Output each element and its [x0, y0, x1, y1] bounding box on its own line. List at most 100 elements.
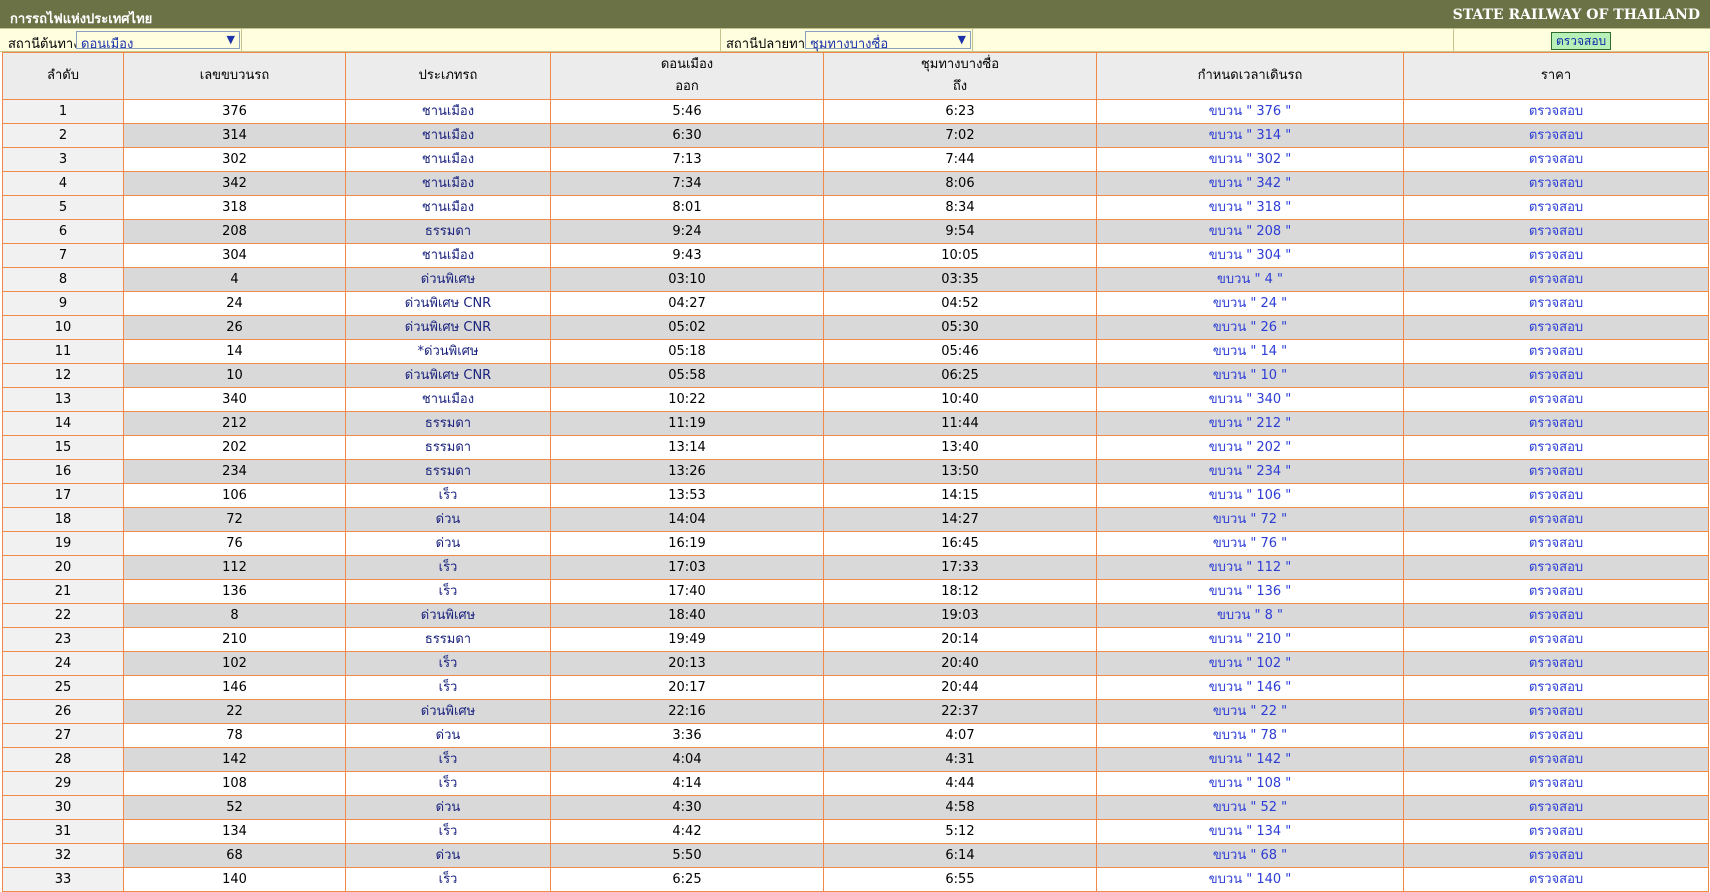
price-check-link[interactable]: ตรวจสอบ — [1403, 363, 1709, 388]
schedule-link[interactable]: ขบวน " 10 " — [1096, 363, 1404, 388]
price-check-link[interactable]: ตรวจสอบ — [1403, 867, 1709, 892]
schedule-link[interactable]: ขบวน " 140 " — [1096, 867, 1404, 892]
price-check-link[interactable]: ตรวจสอบ — [1403, 291, 1709, 316]
schedule-link[interactable]: ขบวน " 342 " — [1096, 171, 1404, 196]
price-check-link[interactable]: ตรวจสอบ — [1403, 195, 1709, 220]
price-check-link[interactable]: ตรวจสอบ — [1403, 555, 1709, 580]
schedule-link[interactable]: ขบวน " 52 " — [1096, 795, 1404, 820]
schedule-link[interactable]: ขบวน " 210 " — [1096, 627, 1404, 652]
price-check-link[interactable]: ตรวจสอบ — [1403, 747, 1709, 772]
cell-arrive-time: 6:23 — [823, 99, 1097, 124]
price-check-link[interactable]: ตรวจสอบ — [1403, 771, 1709, 796]
schedule-link[interactable]: ขบวน " 68 " — [1096, 843, 1404, 868]
price-check-link[interactable]: ตรวจสอบ — [1403, 435, 1709, 460]
cell-train-type: ด่วน — [345, 795, 551, 820]
price-check-link[interactable]: ตรวจสอบ — [1403, 339, 1709, 364]
cell-depart-time: 18:40 — [550, 603, 824, 628]
schedule-link[interactable]: ขบวน " 376 " — [1096, 99, 1404, 124]
schedule-link[interactable]: ขบวน " 340 " — [1096, 387, 1404, 412]
price-check-link[interactable]: ตรวจสอบ — [1403, 819, 1709, 844]
price-check-link[interactable]: ตรวจสอบ — [1403, 843, 1709, 868]
cell-train-type: ชานเมือง — [345, 243, 551, 268]
schedule-link[interactable]: ขบวน " 24 " — [1096, 291, 1404, 316]
schedule-link[interactable]: ขบวน " 318 " — [1096, 195, 1404, 220]
price-check-link[interactable]: ตรวจสอบ — [1403, 675, 1709, 700]
origin-select[interactable]: ดอนเมือง ▼ — [76, 31, 240, 52]
cell-depart-time: 7:34 — [550, 171, 824, 196]
cell-depart-time: 9:24 — [550, 219, 824, 244]
price-check-link[interactable]: ตรวจสอบ — [1403, 651, 1709, 676]
cell-train-type: ธรรมดา — [345, 435, 551, 460]
cell-arrive-time: 6:55 — [823, 867, 1097, 892]
price-check-link[interactable]: ตรวจสอบ — [1403, 219, 1709, 244]
schedule-link[interactable]: ขบวน " 108 " — [1096, 771, 1404, 796]
cell-depart-time: 9:43 — [550, 243, 824, 268]
schedule-link[interactable]: ขบวน " 4 " — [1096, 267, 1404, 292]
price-check-link[interactable]: ตรวจสอบ — [1403, 507, 1709, 532]
schedule-link[interactable]: ขบวน " 26 " — [1096, 315, 1404, 340]
schedule-link[interactable]: ขบวน " 14 " — [1096, 339, 1404, 364]
cell-train-no: 146 — [123, 675, 346, 700]
cell-train-no: 210 — [123, 627, 346, 652]
price-check-link[interactable]: ตรวจสอบ — [1403, 579, 1709, 604]
price-check-link[interactable]: ตรวจสอบ — [1403, 171, 1709, 196]
cell-train-type: ด่วนพิเศษ — [345, 699, 551, 724]
price-check-link[interactable]: ตรวจสอบ — [1403, 627, 1709, 652]
price-check-link[interactable]: ตรวจสอบ — [1403, 123, 1709, 148]
divider — [1453, 29, 1454, 51]
origin-select-value: ดอนเมือง — [81, 37, 134, 52]
price-check-link[interactable]: ตรวจสอบ — [1403, 243, 1709, 268]
price-check-link[interactable]: ตรวจสอบ — [1403, 483, 1709, 508]
schedule-link[interactable]: ขบวน " 304 " — [1096, 243, 1404, 268]
cell-seq: 11 — [2, 339, 124, 364]
schedule-link[interactable]: ขบวน " 142 " — [1096, 747, 1404, 772]
price-check-link[interactable]: ตรวจสอบ — [1403, 99, 1709, 124]
schedule-link[interactable]: ขบวน " 102 " — [1096, 651, 1404, 676]
schedule-link[interactable]: ขบวน " 202 " — [1096, 435, 1404, 460]
cell-depart-time: 13:14 — [550, 435, 824, 460]
cell-arrive-time: 4:58 — [823, 795, 1097, 820]
check-button[interactable]: ตรวจสอบ — [1551, 32, 1612, 50]
schedule-link[interactable]: ขบวน " 22 " — [1096, 699, 1404, 724]
cell-train-no: 8 — [123, 603, 346, 628]
table-row: 30 52 ด่วน 4:30 4:58 ขบวน " 52 " ตรวจสอบ — [2, 795, 1709, 820]
schedule-link[interactable]: ขบวน " 212 " — [1096, 411, 1404, 436]
cell-train-type: ชานเมือง — [345, 387, 551, 412]
schedule-link[interactable]: ขบวน " 72 " — [1096, 507, 1404, 532]
price-check-link[interactable]: ตรวจสอบ — [1403, 411, 1709, 436]
price-check-link[interactable]: ตรวจสอบ — [1403, 723, 1709, 748]
price-check-link[interactable]: ตรวจสอบ — [1403, 147, 1709, 172]
cell-depart-time: 5:50 — [550, 843, 824, 868]
destination-select[interactable]: ชุมทางบางซื่อ ▼ — [805, 31, 971, 52]
schedule-link[interactable]: ขบวน " 8 " — [1096, 603, 1404, 628]
table-row: 3 302 ชานเมือง 7:13 7:44 ขบวน " 302 " ตรวจสอบ — [2, 147, 1709, 172]
cell-arrive-time: 5:12 — [823, 819, 1097, 844]
schedule-link[interactable]: ขบวน " 76 " — [1096, 531, 1404, 556]
cell-train-no: 102 — [123, 651, 346, 676]
cell-train-type: ธรรมดา — [345, 411, 551, 436]
cell-depart-time: 04:27 — [550, 291, 824, 316]
price-check-link[interactable]: ตรวจสอบ — [1403, 531, 1709, 556]
schedule-link[interactable]: ขบวน " 78 " — [1096, 723, 1404, 748]
schedule-link[interactable]: ขบวน " 234 " — [1096, 459, 1404, 484]
schedule-link[interactable]: ขบวน " 302 " — [1096, 147, 1404, 172]
price-check-link[interactable]: ตรวจสอบ — [1403, 795, 1709, 820]
schedule-link[interactable]: ขบวน " 136 " — [1096, 579, 1404, 604]
table-row: 16 234 ธรรมดา 13:26 13:50 ขบวน " 234 " ตรวจสอบ — [2, 459, 1709, 484]
price-check-link[interactable]: ตรวจสอบ — [1403, 603, 1709, 628]
price-check-link[interactable]: ตรวจสอบ — [1403, 387, 1709, 412]
price-check-link[interactable]: ตรวจสอบ — [1403, 459, 1709, 484]
price-check-link[interactable]: ตรวจสอบ — [1403, 315, 1709, 340]
cell-depart-time: 13:26 — [550, 459, 824, 484]
price-check-link[interactable]: ตรวจสอบ — [1403, 267, 1709, 292]
schedule-link[interactable]: ขบวน " 112 " — [1096, 555, 1404, 580]
cell-depart-time: 20:17 — [550, 675, 824, 700]
schedule-link[interactable]: ขบวน " 314 " — [1096, 123, 1404, 148]
schedule-link[interactable]: ขบวน " 106 " — [1096, 483, 1404, 508]
cell-train-type: ด่วน — [345, 531, 551, 556]
schedule-link[interactable]: ขบวน " 134 " — [1096, 819, 1404, 844]
cell-train-type: เร็ว — [345, 867, 551, 892]
schedule-link[interactable]: ขบวน " 146 " — [1096, 675, 1404, 700]
schedule-link[interactable]: ขบวน " 208 " — [1096, 219, 1404, 244]
price-check-link[interactable]: ตรวจสอบ — [1403, 699, 1709, 724]
